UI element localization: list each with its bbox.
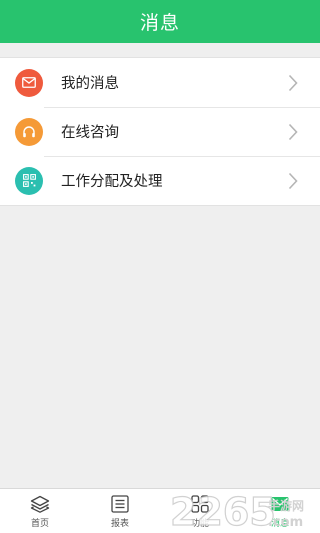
message-menu-list: 我的消息 在线咨询 工作分配及处理 — [0, 57, 320, 206]
headphones-icon — [15, 117, 43, 146]
qr-code-icon — [15, 166, 43, 195]
tab-messages[interactable]: 消息 — [240, 489, 320, 533]
tab-report[interactable]: 报表 — [80, 489, 160, 533]
tab-functions[interactable]: 功能 — [160, 489, 240, 533]
chevron-right-icon — [284, 123, 302, 141]
page-title: 消息 — [139, 12, 180, 34]
tab-label: 消息 — [270, 519, 289, 529]
grid-icon — [190, 494, 210, 514]
app-header: 消息 — [0, 0, 320, 43]
layers-icon — [30, 494, 50, 514]
tab-label: 功能 — [190, 519, 209, 529]
report-icon — [110, 494, 130, 514]
menu-item-my-messages[interactable]: 我的消息 — [0, 58, 320, 107]
menu-item-work-assignment[interactable]: 工作分配及处理 — [0, 156, 320, 205]
message-icon — [270, 494, 290, 514]
menu-item-online-consult[interactable]: 在线咨询 — [0, 107, 320, 156]
menu-item-label: 在线咨询 — [61, 125, 119, 141]
chevron-right-icon — [284, 172, 302, 190]
tab-home[interactable]: 首页 — [0, 489, 80, 533]
menu-item-label: 工作分配及处理 — [61, 174, 163, 190]
mail-icon — [15, 68, 43, 97]
menu-item-label: 我的消息 — [61, 76, 119, 92]
tab-label: 首页 — [30, 519, 49, 529]
bottom-tab-bar: 首页 报表 功能 消息 — [0, 488, 320, 533]
chevron-right-icon — [284, 74, 302, 92]
tab-label: 报表 — [110, 519, 129, 529]
